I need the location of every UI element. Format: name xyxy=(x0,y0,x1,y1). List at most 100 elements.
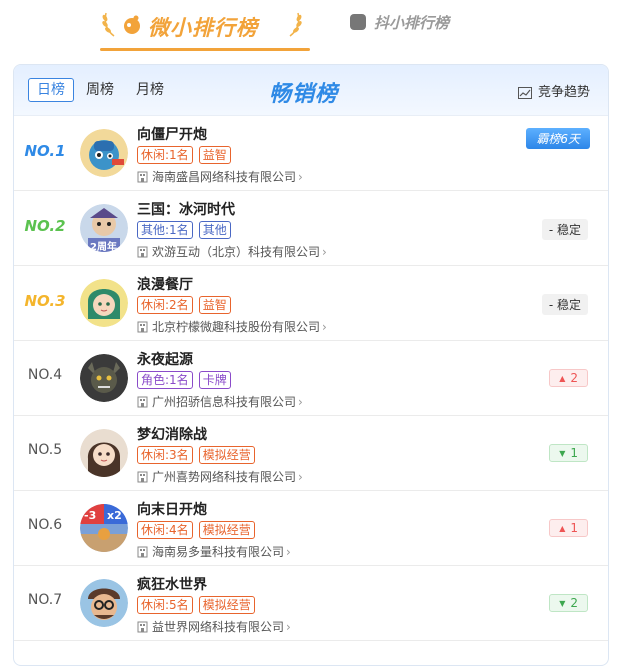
game-name[interactable]: 永夜起源 xyxy=(137,349,193,369)
status-text: 1 xyxy=(570,446,578,460)
rank-number: NO.3 xyxy=(24,292,66,310)
building-icon xyxy=(137,246,148,258)
arrow-down-icon: ▼ xyxy=(559,599,566,608)
tab-weekly[interactable]: 周榜 xyxy=(86,79,114,101)
rank-change-down: ▼ 1 xyxy=(549,444,588,462)
genre-tag: 卡牌 xyxy=(198,371,231,389)
game-name[interactable]: 向僵尸开炮 xyxy=(137,124,207,144)
top-tab-bar: 微小排行榜 抖小排行榜 xyxy=(0,0,624,54)
rank-change-down: ▼ 2 xyxy=(549,594,588,612)
company-name: 广州招骄信息科技有限公司 xyxy=(152,395,297,409)
company-link[interactable]: 益世界网络科技有限公司 › xyxy=(137,618,291,635)
company-link[interactable]: 北京柠檬微趣科技股份有限公司 › xyxy=(137,318,327,335)
ranking-row[interactable]: NO.7 疯狂水世界 休闲:5名 模拟经营 益世界网络科技有限公司 › ▼ 2 xyxy=(14,566,608,641)
company-link[interactable]: 欢游互动（北京）科技有限公司 › xyxy=(137,243,327,260)
rank-number: NO.1 xyxy=(24,142,66,160)
building-icon xyxy=(137,621,148,633)
rank-number: NO.6 xyxy=(27,517,63,533)
ranking-row[interactable]: NO.4 永夜起源 角色:1名 卡牌 广州招骄信息科技有限公司 › ▲ 2 xyxy=(14,341,608,416)
arrow-up-icon: ▲ xyxy=(559,524,566,533)
building-icon xyxy=(137,171,148,183)
company-link[interactable]: 广州招骄信息科技有限公司 › xyxy=(137,393,303,410)
building-icon xyxy=(137,396,148,408)
company-link[interactable]: 海南盛昌网络科技有限公司 › xyxy=(137,168,303,185)
game-avatar xyxy=(80,129,128,177)
wheat-left-icon xyxy=(102,12,115,37)
company-name: 海南易多量科技有限公司 xyxy=(152,545,285,559)
game-avatar xyxy=(80,354,128,402)
trend-chart-icon xyxy=(517,87,532,99)
status-text: 稳定 xyxy=(556,223,581,237)
rank-number: NO.7 xyxy=(27,592,63,608)
company-name: 欢游互动（北京）科技有限公司 xyxy=(152,245,321,259)
chevron-right-icon: › xyxy=(322,245,327,259)
company-name: 北京柠檬微趣科技股份有限公司 xyxy=(152,320,321,334)
ranking-panel: 日榜 周榜 月榜 畅销榜 竞争趋势 NO.1 向僵尸开炮 休闲:1名 益智 海南… xyxy=(13,64,609,666)
company-name: 广州喜势网络科技有限公司 xyxy=(152,470,297,484)
tab-daily[interactable]: 日榜 xyxy=(28,78,74,102)
chevron-right-icon: › xyxy=(286,620,291,634)
rank-change-up: ▲ 1 xyxy=(549,519,588,537)
chevron-right-icon: › xyxy=(298,395,303,409)
active-tab-underline xyxy=(100,48,310,51)
game-name[interactable]: 梦幻消除战 xyxy=(137,424,207,444)
game-avatar: -3 x2 xyxy=(80,504,128,552)
rank-change-stable: - 稳定 xyxy=(541,219,588,240)
competition-trend-button[interactable]: 竞争趋势 xyxy=(517,81,590,100)
tab-label: 微小排行榜 xyxy=(148,16,258,40)
building-icon xyxy=(137,471,148,483)
rank-number: NO.4 xyxy=(27,367,63,383)
game-tags: 其他:1名 其他 xyxy=(137,221,237,239)
game-tags: 休闲:2名 益智 xyxy=(137,296,237,314)
chevron-right-icon: › xyxy=(322,320,327,334)
game-tags: 休闲:5名 模拟经营 xyxy=(137,596,261,614)
rank-change-stable: - 稳定 xyxy=(541,294,588,315)
panel-title: 畅销榜 xyxy=(269,82,339,107)
company-name: 益世界网络科技有限公司 xyxy=(152,620,285,634)
category-rank-tag: 休闲:1名 xyxy=(137,146,193,164)
douyin-icon xyxy=(350,14,366,30)
game-tags: 休闲:1名 益智 xyxy=(137,146,237,164)
ranking-row[interactable]: NO.2 2周年 三国：冰河时代 其他:1名 其他 欢游互动（北京）科技有限公司 ›… xyxy=(14,191,608,266)
category-rank-tag: 角色:1名 xyxy=(137,371,193,389)
game-avatar xyxy=(80,279,128,327)
category-rank-tag: 其他:1名 xyxy=(137,221,193,239)
avatar-badge-minus: -3 xyxy=(84,509,96,522)
chevron-right-icon: › xyxy=(298,170,303,184)
category-rank-tag: 休闲:4名 xyxy=(137,521,193,539)
ranking-row[interactable]: NO.1 向僵尸开炮 休闲:1名 益智 海南盛昌网络科技有限公司 › 霸榜6天 xyxy=(14,116,608,191)
dominance-badge: 霸榜6天 xyxy=(526,128,590,149)
game-name[interactable]: 疯狂水世界 xyxy=(137,574,207,594)
company-name: 海南盛昌网络科技有限公司 xyxy=(152,170,297,184)
game-name[interactable]: 三国：冰河时代 xyxy=(137,199,235,219)
status-text: 2 xyxy=(570,596,578,610)
panel-header: 日榜 周榜 月榜 畅销榜 竞争趋势 xyxy=(14,65,608,116)
ranking-row[interactable]: NO.3 浪漫餐厅 休闲:2名 益智 北京柠檬微趣科技股份有限公司 › - 稳定 xyxy=(14,266,608,341)
chevron-right-icon: › xyxy=(286,545,291,559)
company-link[interactable]: 海南易多量科技有限公司 › xyxy=(137,543,291,560)
status-text: 稳定 xyxy=(556,298,581,312)
genre-tag: 模拟经营 xyxy=(198,521,255,539)
game-avatar: 2周年 xyxy=(80,204,128,252)
ranking-row[interactable]: NO.5 梦幻消除战 休闲:3名 模拟经营 广州喜势网络科技有限公司 › ▼ 1 xyxy=(14,416,608,491)
rank-number: NO.2 xyxy=(24,217,66,235)
category-rank-tag: 休闲:3名 xyxy=(137,446,193,464)
game-avatar xyxy=(80,579,128,627)
genre-tag: 模拟经营 xyxy=(198,596,255,614)
tab-wechat-mini-ranking[interactable]: 微小排行榜 xyxy=(100,6,310,51)
controller-icon xyxy=(124,15,140,34)
genre-tag: 益智 xyxy=(198,296,231,314)
tab-monthly[interactable]: 月榜 xyxy=(136,79,164,101)
company-link[interactable]: 广州喜势网络科技有限公司 › xyxy=(137,468,303,485)
category-rank-tag: 休闲:5名 xyxy=(137,596,193,614)
status-text: 2 xyxy=(570,371,578,385)
genre-tag: 模拟经营 xyxy=(198,446,255,464)
game-name[interactable]: 向末日开炮 xyxy=(137,499,207,519)
category-rank-tag: 休闲:2名 xyxy=(137,296,193,314)
building-icon xyxy=(137,546,148,558)
genre-tag: 益智 xyxy=(198,146,231,164)
game-name[interactable]: 浪漫餐厅 xyxy=(137,274,193,294)
arrow-down-icon: ▼ xyxy=(559,449,566,458)
ranking-row[interactable]: NO.6 -3 x2 向末日开炮 休闲:4名 模拟经营 海南易多量科技有限公司 › … xyxy=(14,491,608,566)
rank-number: NO.5 xyxy=(27,442,63,458)
